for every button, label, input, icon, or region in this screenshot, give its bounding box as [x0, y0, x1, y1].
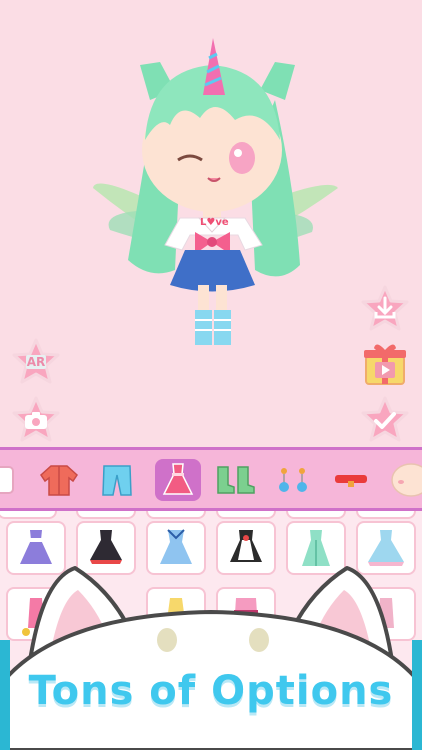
- pants-icon: [102, 465, 132, 496]
- category-partial[interactable]: [0, 459, 18, 501]
- category-earrings[interactable]: [270, 459, 316, 501]
- socks-icon: [217, 466, 255, 494]
- item-cell[interactable]: [356, 511, 416, 519]
- category-jacket[interactable]: [36, 459, 82, 501]
- check-star-icon: [361, 396, 409, 442]
- item-cell[interactable]: [146, 511, 206, 519]
- dress-up-stage: L♥ve AR: [0, 0, 422, 450]
- face-icon: [391, 463, 422, 497]
- confirm-button[interactable]: [360, 395, 410, 445]
- camera-star-icon: [12, 396, 60, 442]
- category-pants[interactable]: [94, 459, 140, 501]
- ar-button[interactable]: AR: [11, 337, 61, 387]
- item-cell[interactable]: [0, 511, 57, 519]
- category-choker[interactable]: [328, 459, 374, 501]
- category-socks[interactable]: [213, 459, 259, 501]
- choker-icon: [335, 475, 367, 487]
- ar-label: AR: [26, 355, 46, 369]
- category-bar: [0, 447, 422, 511]
- partial-item-icon: [0, 466, 14, 494]
- jacket-icon: [40, 465, 78, 496]
- download-button[interactable]: [360, 284, 410, 334]
- camera-button[interactable]: [11, 395, 61, 445]
- gift-video-star-icon: [364, 344, 406, 385]
- earrings-icon: [279, 468, 307, 492]
- category-face[interactable]: [386, 459, 422, 501]
- download-star-icon: [361, 285, 409, 331]
- cat-mascot-overlay: [0, 566, 422, 750]
- svg-text:L♥ve: L♥ve: [200, 217, 229, 228]
- dress-icon: [162, 463, 194, 495]
- category-dress[interactable]: [155, 459, 201, 501]
- gift-video-button[interactable]: [362, 338, 408, 388]
- item-cell[interactable]: [286, 511, 346, 519]
- item-cell[interactable]: [76, 511, 136, 519]
- item-cell[interactable]: [216, 511, 276, 519]
- character-illustration: L♥ve: [93, 38, 338, 345]
- promo-banner-title: Tons of Options: [26, 665, 396, 717]
